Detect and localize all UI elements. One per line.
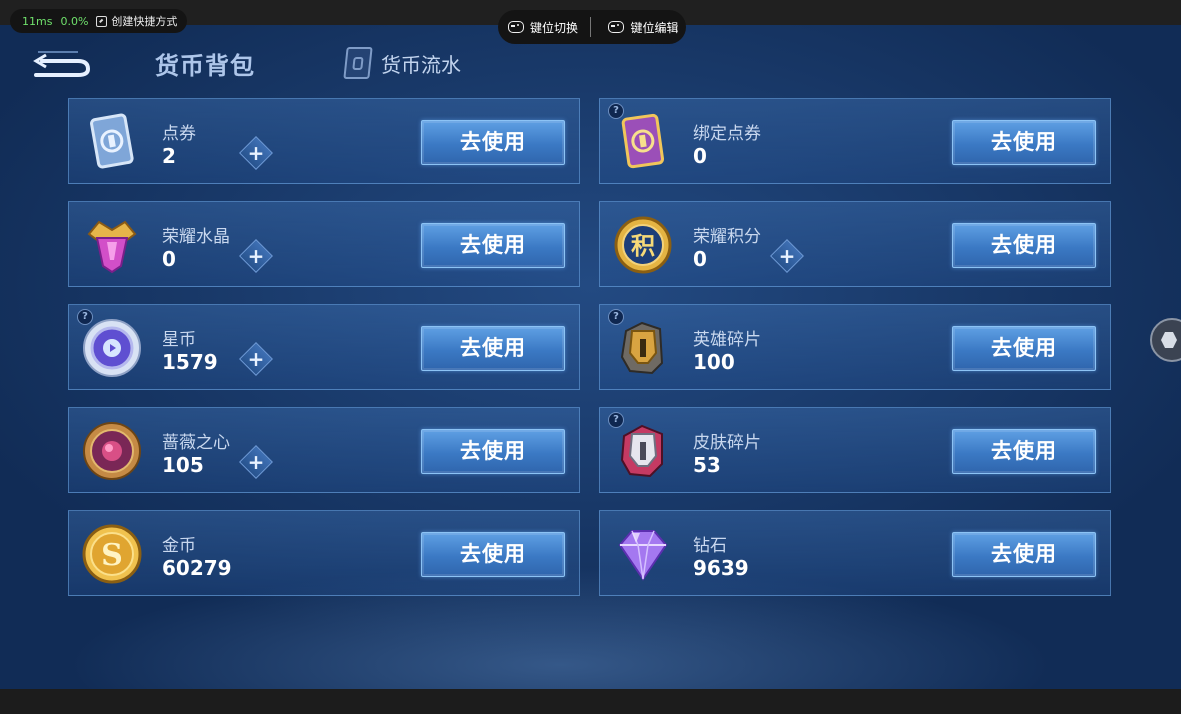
currency-name: 荣耀水晶 <box>162 227 230 247</box>
add-currency-button[interactable]: + <box>770 239 804 273</box>
toolbar-divider <box>589 17 591 37</box>
use-button[interactable]: 去使用 <box>421 120 565 165</box>
currency-amount: 105 <box>162 453 204 477</box>
key-edit-button[interactable]: 键位编辑 <box>598 19 686 36</box>
bound-coupon-card-icon <box>612 111 674 173</box>
use-button[interactable]: 去使用 <box>952 429 1096 474</box>
currency-name: 点券 <box>162 124 196 144</box>
star-coin-icon <box>81 317 143 379</box>
hero-fragment-icon <box>612 317 674 379</box>
bottom-bar <box>0 689 1181 714</box>
currency-name: 钻石 <box>693 536 727 556</box>
currency-name: 荣耀积分 <box>693 227 761 247</box>
currency-card: 积 荣耀积分 0 + 去使用 <box>599 201 1111 287</box>
use-button[interactable]: 去使用 <box>421 223 565 268</box>
glory-crystal-icon <box>81 214 143 276</box>
currency-card: S 金币 60279 去使用 <box>68 510 580 596</box>
glory-points-icon: 积 <box>612 214 674 276</box>
use-button[interactable]: 去使用 <box>952 120 1096 165</box>
currency-amount: 100 <box>693 350 735 374</box>
svg-text:S: S <box>101 538 123 573</box>
currency-amount: 0 <box>162 247 176 271</box>
plus-icon: + <box>778 244 796 268</box>
plus-icon: + <box>247 450 265 474</box>
tab-currency-ledger[interactable]: 货币流水 <box>343 47 461 79</box>
gamepad-icon <box>608 21 625 33</box>
skin-fragment-icon <box>612 420 674 482</box>
gold-coin-icon: S <box>81 523 143 585</box>
key-edit-label: 键位编辑 <box>630 20 679 35</box>
tab-currency-ledger-label: 货币流水 <box>381 52 461 77</box>
use-button[interactable]: 去使用 <box>421 429 565 474</box>
use-button[interactable]: 去使用 <box>421 532 565 577</box>
currency-amount: 2 <box>162 144 176 168</box>
currency-card: ? 皮肤碎片 53 去使用 <box>599 407 1111 493</box>
currency-name: 绑定点券 <box>693 124 761 144</box>
currency-amount: 53 <box>693 453 721 477</box>
shortcut-icon <box>96 15 108 27</box>
plus-icon: + <box>247 347 265 371</box>
add-currency-button[interactable]: + <box>239 136 273 170</box>
currency-name: 皮肤碎片 <box>693 433 761 453</box>
currency-amount: 1579 <box>162 350 218 374</box>
currency-card: ? 英雄碎片 100 去使用 <box>599 304 1111 390</box>
add-currency-button[interactable]: + <box>239 239 273 273</box>
performance-overlay: 11ms 0.0% 创建快捷方式 <box>10 9 188 33</box>
currency-card: 蔷薇之心 105 + 去使用 <box>68 407 580 493</box>
plus-icon: + <box>247 244 265 268</box>
use-button[interactable]: 去使用 <box>421 326 565 371</box>
currency-amount: 9639 <box>693 556 749 580</box>
currency-card: ? 绑定点券 0 去使用 <box>599 98 1111 184</box>
currency-name: 金币 <box>162 536 196 556</box>
back-arrow-icon[interactable] <box>30 47 92 77</box>
key-switch-label: 键位切换 <box>530 20 579 35</box>
currency-amount: 0 <box>693 247 707 271</box>
currency-name: 星币 <box>162 330 196 350</box>
packet-loss-value: 0.0% <box>60 14 89 28</box>
currency-card: 钻石 9639 去使用 <box>599 510 1111 596</box>
rose-heart-icon <box>81 420 143 482</box>
key-switch-button[interactable]: 键位切换 <box>498 19 586 36</box>
diamond-icon <box>612 523 674 585</box>
currency-name: 蔷薇之心 <box>162 433 230 453</box>
use-button[interactable]: 去使用 <box>952 532 1096 577</box>
use-button[interactable]: 去使用 <box>952 326 1096 371</box>
plus-icon: + <box>247 141 265 165</box>
add-currency-button[interactable]: + <box>239 342 273 376</box>
create-shortcut-button[interactable]: 创建快捷方式 <box>96 13 177 29</box>
currency-card: ? 星币 1579 + 去使用 <box>68 304 580 390</box>
currency-name: 英雄碎片 <box>693 330 761 350</box>
svg-text:积: 积 <box>631 232 655 260</box>
key-mapping-toolbar: 键位切换 键位编辑 <box>498 10 686 44</box>
use-button[interactable]: 去使用 <box>952 223 1096 268</box>
create-shortcut-label: 创建快捷方式 <box>111 15 178 28</box>
coupon-card-icon <box>81 111 143 173</box>
add-currency-button[interactable]: + <box>239 445 273 479</box>
currency-card: 荣耀水晶 0 + 去使用 <box>68 201 580 287</box>
gamepad-icon <box>508 21 524 33</box>
page-title: 货币背包 <box>155 52 255 80</box>
ledger-card-icon <box>343 47 373 79</box>
currency-card: 点券 2 + 去使用 <box>68 98 580 184</box>
currency-amount: 0 <box>693 144 707 168</box>
latency-value: 11ms <box>22 14 53 28</box>
game-screen: 货币背包 货币流水 点券 2 + 去使用? 绑定点券 0 去使用 荣耀水晶 0 + 去使用积荣耀积分… <box>0 25 1181 689</box>
currency-amount: 60279 <box>162 556 232 580</box>
